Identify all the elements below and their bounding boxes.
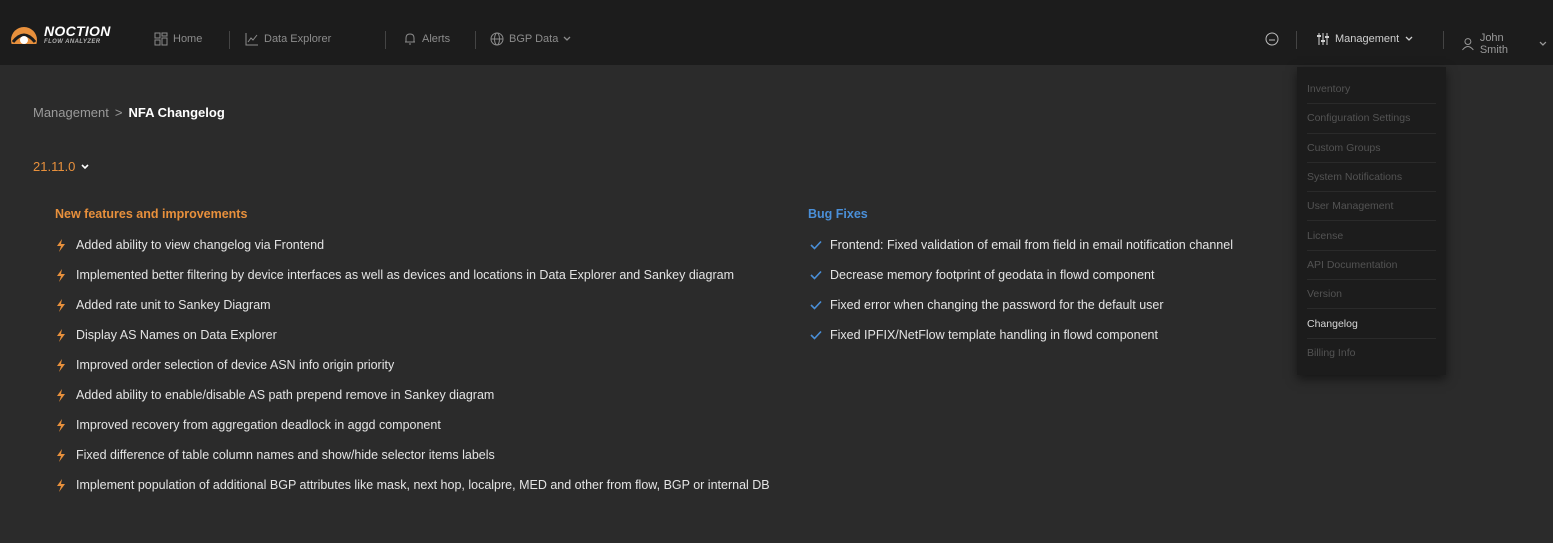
lightning-icon — [57, 448, 65, 462]
user-icon — [1462, 38, 1474, 51]
features-list: Added ability to view changelog via Fron… — [56, 235, 776, 505]
breadcrumb-separator: > — [114, 105, 123, 120]
nav-divider — [385, 31, 386, 49]
nav-divider — [229, 31, 230, 49]
nav-divider — [1296, 31, 1297, 49]
user-menu-toggle[interactable]: John Smith — [1461, 32, 1553, 56]
check-icon — [810, 240, 822, 250]
user-name: John Smith — [1479, 32, 1508, 56]
bug-fix-text: Fixed IPFIX/NetFlow template handling in… — [830, 328, 1158, 342]
chevron-down-icon — [1539, 41, 1547, 46]
menu-item-configuration-settings[interactable]: Configuration Settings — [1307, 104, 1436, 134]
bug-fix-text: Decrease memory footprint of geodata in … — [830, 268, 1155, 282]
nav-divider — [1443, 31, 1444, 49]
bug-fix-text: Fixed error when changing the password f… — [830, 298, 1164, 312]
feature-text: Fixed difference of table column names a… — [76, 448, 495, 462]
smile-icon — [1265, 32, 1279, 46]
dashboard-icon — [154, 32, 168, 46]
check-icon — [810, 270, 822, 280]
bug-fixes-list: Frontend: Fixed validation of email from… — [810, 235, 1280, 355]
bug-fix-item: Frontend: Fixed validation of email from… — [810, 235, 1280, 255]
chevron-down-icon — [1405, 36, 1413, 41]
nav-alerts-label: Alerts — [422, 33, 451, 45]
chart-line-icon — [245, 33, 258, 46]
menu-item-changelog[interactable]: Changelog — [1307, 309, 1436, 339]
version-selector[interactable]: 21.11.0 — [33, 159, 90, 174]
feature-item: Improved order selection of device ASN i… — [56, 355, 776, 375]
feature-text: Improved recovery from aggregation deadl… — [76, 418, 441, 432]
bell-icon — [405, 33, 415, 45]
brand-logo[interactable]: NOCTION FLOW ANALYZER — [10, 24, 111, 45]
feature-item: Added ability to enable/disable AS path … — [56, 385, 776, 405]
nav-home[interactable]: Home — [154, 32, 202, 46]
nav-data-explorer-label: Data Explorer — [264, 33, 332, 45]
feature-text: Added rate unit to Sankey Diagram — [76, 298, 271, 312]
feature-item: Fixed difference of table column names a… — [56, 445, 776, 465]
menu-item-version[interactable]: Version — [1307, 280, 1436, 310]
feature-text: Implement population of additional BGP a… — [76, 478, 770, 492]
feature-text: Display AS Names on Data Explorer — [76, 328, 277, 342]
nav-bgp-data[interactable]: BGP Data — [490, 32, 577, 46]
noction-logo-icon — [11, 26, 37, 44]
lightning-icon — [57, 388, 65, 402]
feature-item: Improved recovery from aggregation deadl… — [56, 415, 776, 435]
management-menu-toggle[interactable]: Management — [1316, 32, 1419, 46]
nav-home-label: Home — [173, 33, 203, 45]
nav-data-explorer[interactable]: Data Explorer — [245, 32, 331, 46]
version-label: 21.11.0 — [33, 159, 76, 174]
management-dropdown: Inventory Configuration Settings Custom … — [1297, 67, 1446, 375]
menu-item-custom-groups[interactable]: Custom Groups — [1307, 134, 1436, 163]
nav-divider — [475, 31, 476, 49]
lightning-icon — [57, 298, 65, 312]
bug-fix-item: Fixed error when changing the password f… — [810, 295, 1280, 315]
sliders-icon — [1317, 33, 1329, 45]
feature-item: Display AS Names on Data Explorer — [56, 325, 776, 345]
lightning-icon — [57, 358, 65, 372]
feature-text: Implemented better filtering by device i… — [76, 268, 734, 282]
menu-item-user-management[interactable]: User Management — [1307, 192, 1436, 222]
brand-subtitle: FLOW ANALYZER — [44, 39, 101, 45]
globe-icon — [490, 32, 504, 46]
breadcrumb: Management > NFA Changelog — [33, 105, 225, 120]
brand-name: NOCTION — [44, 23, 111, 39]
bug-fix-item: Fixed IPFIX/NetFlow template handling in… — [810, 325, 1280, 345]
bug-fix-item: Decrease memory footprint of geodata in … — [810, 265, 1280, 285]
feature-item: Implement population of additional BGP a… — [56, 475, 776, 495]
lightning-icon — [57, 328, 65, 342]
check-icon — [810, 330, 822, 340]
nav-alerts[interactable]: Alerts — [403, 32, 450, 46]
feature-text: Added ability to view changelog via Fron… — [76, 238, 325, 252]
chevron-down-icon — [563, 36, 571, 41]
features-heading: New features and improvements — [55, 207, 248, 221]
feature-item: Added ability to view changelog via Fron… — [56, 235, 776, 255]
breadcrumb-current: NFA Changelog — [128, 105, 225, 120]
menu-item-system-notifications[interactable]: System Notifications — [1307, 163, 1436, 193]
management-label: Management — [1335, 33, 1400, 45]
lightning-icon — [57, 418, 65, 432]
top-navigation-bar: NOCTION FLOW ANALYZER Home Data Explorer… — [0, 0, 1553, 65]
lightning-icon — [57, 478, 65, 492]
feature-item: Added rate unit to Sankey Diagram — [56, 295, 776, 315]
bug-fixes-heading: Bug Fixes — [808, 207, 868, 221]
nav-bgp-data-label: BGP Data — [509, 33, 559, 45]
feature-text: Added ability to enable/disable AS path … — [76, 388, 495, 402]
lightning-icon — [57, 268, 65, 282]
feature-text: Improved order selection of device ASN i… — [76, 358, 395, 372]
check-icon — [810, 300, 822, 310]
status-button[interactable] — [1265, 32, 1284, 46]
menu-item-inventory[interactable]: Inventory — [1307, 75, 1436, 105]
breadcrumb-parent[interactable]: Management — [33, 105, 109, 120]
menu-item-license[interactable]: License — [1307, 221, 1436, 251]
menu-item-billing-info[interactable]: Billing Info — [1307, 339, 1436, 368]
chevron-down-icon — [81, 163, 89, 169]
menu-item-api-documentation[interactable]: API Documentation — [1307, 251, 1436, 281]
feature-item: Implemented better filtering by device i… — [56, 265, 776, 285]
bug-fix-text: Frontend: Fixed validation of email from… — [830, 238, 1233, 252]
lightning-icon — [57, 238, 65, 252]
